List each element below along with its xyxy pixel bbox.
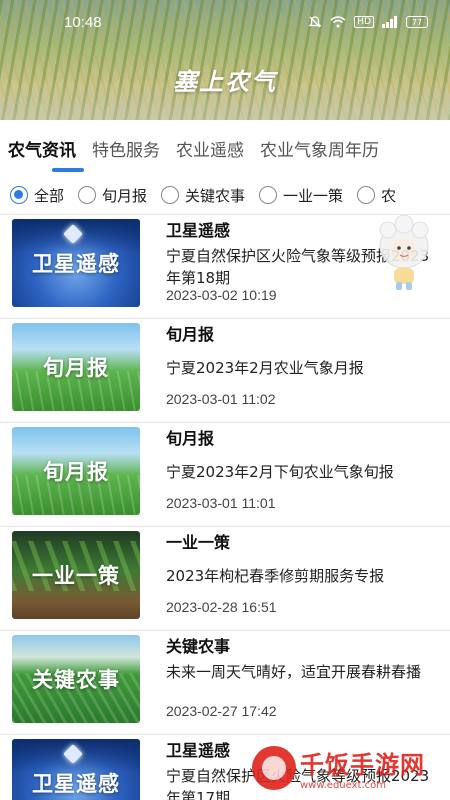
- news-category: 旬月报: [166, 429, 215, 448]
- thumbnail-label: 关键农事: [32, 668, 120, 692]
- news-content: 旬月报 宁夏2023年2月农业气象月报: [166, 323, 436, 379]
- filter-guanjian-nongshi[interactable]: 关键农事: [161, 185, 245, 206]
- filter-label: 全部: [34, 186, 65, 205]
- category-filters: 全部 旬月报 关键农事 一业一策 农: [0, 178, 450, 212]
- thumbnail-label: 旬月报: [43, 356, 109, 380]
- news-thumbnail: 卫星遥感: [12, 739, 140, 800]
- radio-icon[interactable]: [78, 186, 97, 204]
- site-watermark: 千饭手游网 www.eduext.com: [252, 740, 448, 796]
- filter-label: 旬月报: [102, 186, 148, 205]
- filter-xunyuebao[interactable]: 旬月报: [78, 185, 147, 206]
- tab-label: 农业气象周年历: [260, 141, 379, 161]
- tab-nongqi-zixun[interactable]: 农气资讯: [8, 130, 84, 172]
- news-date: 2023-03-01 11:01: [166, 495, 276, 511]
- thumbnail-label: 卫星遥感: [32, 772, 120, 796]
- status-time: 10:48: [64, 13, 102, 31]
- news-thumbnail: 卫星遥感: [12, 219, 140, 307]
- signal-icon: [382, 16, 398, 28]
- news-content: 一业一策 2023年枸杞春季修剪期服务专报: [166, 531, 436, 587]
- tab-label: 农业遥感: [176, 141, 244, 161]
- thumbnail-label: 卫星遥感: [32, 252, 120, 276]
- hd-badge: HD: [354, 16, 374, 28]
- list-item[interactable]: 旬月报 旬月报 宁夏2023年2月下旬农业气象旬报 2023-03-01 11:…: [0, 422, 450, 526]
- filter-label: 关键农事: [185, 186, 246, 205]
- news-thumbnail: 旬月报: [12, 427, 140, 515]
- status-bar: 10:48 HD 77: [0, 0, 450, 44]
- news-date: 2023-03-01 11:02: [166, 391, 276, 407]
- filter-yiye-yice[interactable]: 一业一策: [259, 185, 343, 206]
- news-thumbnail: 一业一策: [12, 531, 140, 619]
- news-content: 旬月报 宁夏2023年2月下旬农业气象旬报: [166, 427, 436, 483]
- list-item[interactable]: 一业一策 一业一策 2023年枸杞春季修剪期服务专报 2023-02-28 16…: [0, 526, 450, 630]
- news-date: 2023-02-28 16:51: [166, 599, 277, 615]
- top-tabs: 农气资讯 特色服务 农业遥感 农业气象周年历: [0, 126, 450, 176]
- news-title: 宁夏2023年2月农业气象月报: [166, 359, 364, 377]
- watermark-url: www.eduext.com: [300, 780, 386, 791]
- battery-icon: 77: [406, 16, 428, 28]
- thumbnail-label: 一业一策: [32, 564, 120, 588]
- watermark-text: 千饭手游网 www.eduext.com: [300, 745, 425, 791]
- tab-nongye-yaogan[interactable]: 农业遥感: [176, 130, 244, 172]
- news-category: 关键农事: [166, 637, 231, 656]
- tab-label: 特色服务: [92, 141, 160, 161]
- tab-active-indicator: [52, 168, 84, 172]
- app-title: 塞上农气: [173, 67, 277, 96]
- filter-all[interactable]: 全部: [10, 185, 64, 206]
- news-title: 未来一周天气晴好，适宜开展春耕春播: [166, 663, 422, 681]
- mute-icon: [308, 15, 322, 29]
- tab-nongye-zhounianli[interactable]: 农业气象周年历: [260, 130, 379, 172]
- tab-label: 农气资讯: [8, 141, 76, 161]
- list-item[interactable]: 旬月报 旬月报 宁夏2023年2月农业气象月报 2023-03-01 11:02: [0, 318, 450, 422]
- thumbnail-label: 旬月报: [43, 460, 109, 484]
- news-date: 2023-03-02 10:19: [166, 287, 277, 303]
- radio-icon[interactable]: [357, 186, 376, 204]
- watermark-logo-icon: [252, 746, 296, 790]
- news-title: 2023年枸杞春季修剪期服务专报: [166, 567, 385, 585]
- news-category: 一业一策: [166, 533, 231, 552]
- news-date: 2023-02-27 17:42: [166, 703, 277, 719]
- news-list: 卫星遥感 卫星遥感 宁夏自然保护区火险气象等级预报2023年第18期 2023-…: [0, 214, 450, 800]
- news-thumbnail: 旬月报: [12, 323, 140, 411]
- news-title: 宁夏2023年2月下旬农业气象旬报: [166, 463, 394, 481]
- radio-icon[interactable]: [161, 186, 180, 204]
- filter-label: 农: [381, 186, 397, 205]
- news-thumbnail: 关键农事: [12, 635, 140, 723]
- status-icons: HD 77: [308, 15, 428, 29]
- wifi-icon: [330, 16, 346, 28]
- radio-icon[interactable]: [10, 186, 28, 204]
- header-banner: 10:48 HD 77 塞上农气: [0, 0, 450, 120]
- tab-tese-fuwu[interactable]: 特色服务: [92, 130, 160, 172]
- watermark-main: 千饭手游网: [300, 751, 425, 779]
- news-category: 旬月报: [166, 325, 215, 344]
- news-content: 关键农事 未来一周天气晴好，适宜开展春耕春播: [166, 635, 436, 683]
- sheep-mascot-icon[interactable]: [376, 212, 432, 292]
- radio-icon[interactable]: [259, 186, 278, 204]
- list-item[interactable]: 关键农事 关键农事 未来一周天气晴好，适宜开展春耕春播 2023-02-27 1…: [0, 630, 450, 734]
- filter-label: 一业一策: [283, 186, 344, 205]
- filter-more[interactable]: 农: [357, 185, 396, 206]
